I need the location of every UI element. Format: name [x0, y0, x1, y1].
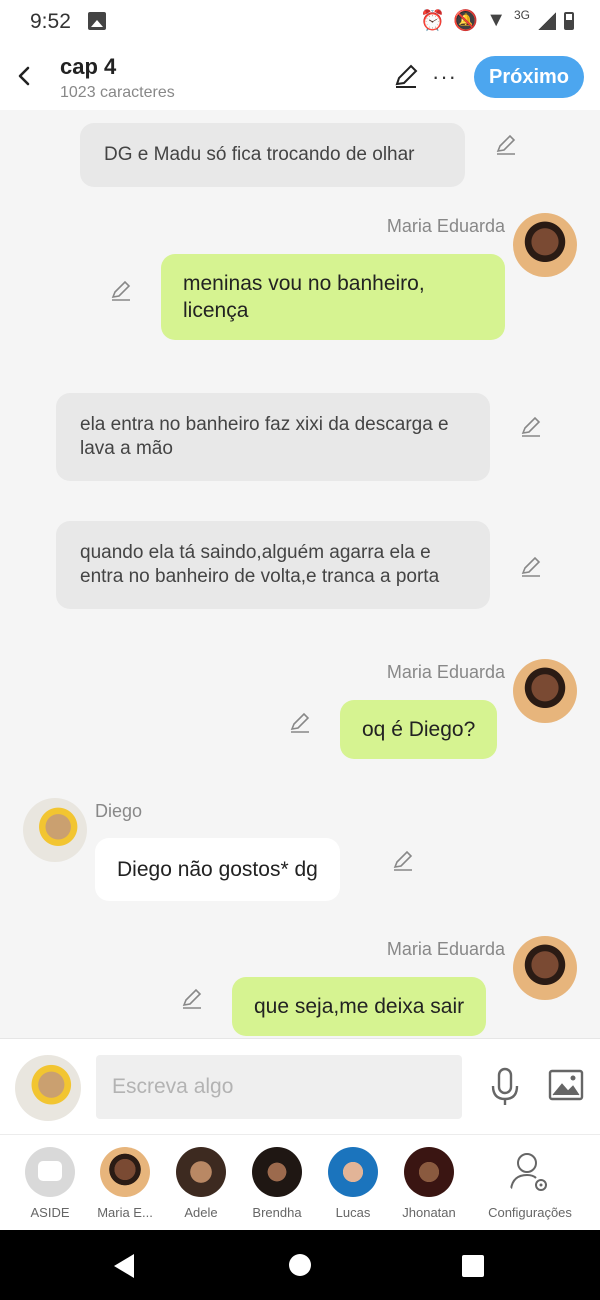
edit-message-pencil-icon[interactable] — [180, 987, 204, 1011]
nav-back-icon[interactable] — [114, 1254, 134, 1278]
sender-name: Maria Eduarda — [386, 216, 505, 236]
more-dots-icon[interactable]: ··· — [432, 64, 457, 90]
character-bar: ASIDE Maria E... Adele Brendha Lucas Jho… — [0, 1134, 600, 1230]
sent-message-bubble[interactable]: oq é Diego? — [340, 700, 498, 759]
system-nav-bar — [0, 1230, 600, 1300]
character-avatar — [176, 1147, 226, 1197]
chapter-title: cap 4 — [60, 54, 117, 79]
sender-name: Diego — [95, 801, 143, 821]
message-composer — [0, 1038, 600, 1134]
sender-name: Maria Eduarda — [386, 939, 505, 959]
character-label: Adele — [184, 1205, 218, 1220]
chapter-header: cap 4 1023 caracteres ··· Próximo — [0, 44, 600, 110]
edit-message-pencil-icon[interactable] — [391, 849, 415, 873]
alarm-icon: ⏰ — [420, 10, 446, 32]
current-character-avatar[interactable] — [15, 1055, 81, 1121]
character-maria-eduarda[interactable]: Maria E... — [87, 1147, 163, 1220]
nav-home-icon[interactable] — [289, 1254, 311, 1276]
character-aside[interactable]: ASIDE — [12, 1147, 88, 1220]
message-input[interactable] — [96, 1055, 462, 1119]
narration-text: DG e Madu só fica trocando de olhar — [104, 144, 415, 165]
avatar-diego[interactable] — [23, 798, 87, 862]
character-label: Jhonatan — [402, 1205, 456, 1220]
character-avatar — [328, 1147, 378, 1197]
gallery-notification-icon — [88, 12, 106, 30]
mute-icon: 🔕 — [453, 10, 479, 32]
character-label: Lucas — [335, 1205, 371, 1220]
character-count: 1023 caracteres — [60, 84, 175, 101]
narration-text: quando ela tá saindo,alguém agarra ela e… — [80, 542, 440, 587]
edit-message-pencil-icon[interactable] — [288, 711, 312, 735]
character-avatar — [100, 1147, 150, 1197]
sender-name: Maria Eduarda — [386, 662, 505, 682]
battery-icon — [564, 11, 574, 30]
message-text: Diego não gostos* dg — [117, 858, 318, 881]
message-text: oq é Diego? — [362, 718, 476, 741]
character-label: Brendha — [252, 1205, 302, 1220]
network-type: 3G — [513, 7, 530, 22]
message-text: meninas vou no banheiro, licença — [183, 272, 425, 322]
user-gear-icon — [510, 1153, 547, 1191]
character-label: Configurações — [488, 1205, 572, 1220]
character-avatar — [404, 1147, 454, 1197]
edit-message-pencil-icon[interactable] — [494, 133, 518, 157]
narration-bubble[interactable]: quando ela tá saindo,alguém agarra ela e… — [56, 521, 490, 609]
status-bar: 9:52 ⏰ 🔕 ▼ 3G — [0, 0, 600, 44]
character-label: ASIDE — [30, 1205, 70, 1220]
next-button[interactable]: Próximo — [474, 56, 584, 98]
settings-button[interactable]: Configurações — [486, 1147, 574, 1220]
character-lucas[interactable]: Lucas — [315, 1147, 391, 1220]
character-label: Maria E... — [97, 1205, 153, 1220]
image-icon[interactable] — [548, 1069, 584, 1101]
avatar-maria-eduarda[interactable] — [513, 213, 577, 277]
microphone-icon[interactable] — [488, 1067, 522, 1107]
character-avatar — [252, 1147, 302, 1197]
edit-message-pencil-icon[interactable] — [519, 415, 543, 439]
back-arrow-icon[interactable] — [12, 58, 36, 94]
avatar-maria-eduarda[interactable] — [513, 659, 577, 723]
received-message-bubble[interactable]: Diego não gostos* dg — [95, 838, 340, 901]
wifi-icon: ▼ — [486, 9, 506, 31]
nav-recents-icon[interactable] — [462, 1255, 484, 1277]
sent-message-bubble[interactable]: que seja,me deixa sair — [232, 977, 487, 1036]
message-text: que seja,me deixa sair — [254, 995, 465, 1018]
narration-text: ela entra no banheiro faz xixi da descar… — [80, 414, 449, 459]
character-brendha[interactable]: Brendha — [239, 1147, 315, 1220]
status-icons: ⏰ 🔕 ▼ 3G — [420, 8, 574, 33]
character-adele[interactable]: Adele — [163, 1147, 239, 1220]
signal-icon — [538, 11, 556, 30]
edit-message-pencil-icon[interactable] — [109, 279, 133, 303]
avatar-maria-eduarda[interactable] — [513, 936, 577, 1000]
aside-icon — [25, 1147, 75, 1197]
sent-message-bubble[interactable]: meninas vou no banheiro, licença — [161, 254, 505, 340]
chat-area[interactable]: DG e Madu só fica trocando de olhar Mari… — [0, 110, 600, 1038]
status-time: 9:52 — [30, 10, 71, 33]
narration-bubble[interactable]: ela entra no banheiro faz xixi da descar… — [56, 393, 490, 481]
character-jhonatan[interactable]: Jhonatan — [391, 1147, 467, 1220]
narration-bubble[interactable]: DG e Madu só fica trocando de olhar — [80, 123, 465, 187]
edit-title-pencil-icon[interactable] — [392, 62, 420, 90]
edit-message-pencil-icon[interactable] — [519, 555, 543, 579]
